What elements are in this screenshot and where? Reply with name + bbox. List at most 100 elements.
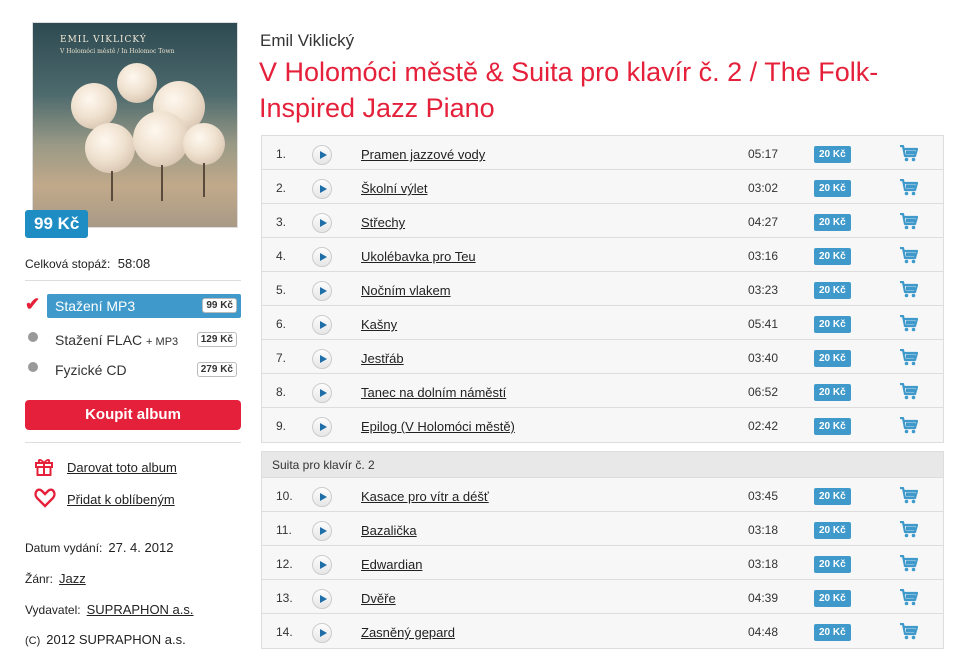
track-number: 9. — [276, 419, 287, 433]
cart-icon[interactable] — [900, 246, 919, 264]
track-title-link[interactable]: Epilog (V Holomóci městě) — [361, 419, 515, 434]
format-label-text: Stažení FLAC — [55, 332, 143, 348]
track-price-button[interactable]: 20 Kč — [814, 488, 851, 505]
cart-icon[interactable] — [900, 486, 919, 504]
track-number: 10. — [276, 489, 293, 503]
track-title-link[interactable]: Dvěře — [361, 591, 396, 606]
format-option-box[interactable]: Stažení FLAC + MP3 129 Kč — [47, 328, 241, 352]
track-price-button[interactable]: 20 Kč — [814, 180, 851, 197]
track-price-button[interactable]: 20 Kč — [814, 418, 851, 435]
add-favorite-action[interactable]: Přidat k oblíbeným — [34, 488, 234, 510]
track-title-link[interactable]: Tanec na dolním náměstí — [361, 385, 506, 400]
gift-album-link[interactable]: Darovat toto album — [67, 460, 177, 475]
play-icon[interactable] — [312, 623, 332, 643]
track-row: 11. Bazalička 03:18 20 Kč — [262, 512, 943, 546]
play-icon[interactable] — [312, 247, 332, 267]
cover-trunk — [161, 165, 163, 201]
cover-tree — [117, 63, 157, 103]
cart-icon[interactable] — [900, 348, 919, 366]
track-number: 4. — [276, 249, 287, 263]
track-duration: 03:45 — [748, 489, 779, 503]
track-title-link[interactable]: Střechy — [361, 215, 405, 230]
track-row: 2. Školní výlet 03:02 20 Kč — [262, 170, 943, 204]
cart-icon[interactable] — [900, 554, 919, 572]
cart-icon[interactable] — [900, 382, 919, 400]
track-row: 3. Střechy 04:27 20 Kč — [262, 204, 943, 238]
buy-album-button[interactable]: Koupit album — [25, 400, 241, 430]
track-title-link[interactable]: Nočním vlakem — [361, 283, 451, 298]
genre-link[interactable]: Jazz — [59, 571, 86, 586]
format-option-mp3[interactable]: ✔ Stažení MP3 99 Kč — [25, 294, 241, 318]
format-option-box[interactable]: Fyzické CD 279 Kč — [47, 358, 241, 382]
play-icon[interactable] — [312, 487, 332, 507]
play-icon[interactable] — [312, 555, 332, 575]
track-row: 6. Kašny 05:41 20 Kč — [262, 306, 943, 340]
play-icon[interactable] — [312, 521, 332, 541]
play-icon[interactable] — [312, 349, 332, 369]
play-icon[interactable] — [312, 145, 332, 165]
play-icon[interactable] — [312, 417, 332, 437]
publisher-link[interactable]: SUPRAPHON a.s. — [87, 602, 194, 617]
track-price-button[interactable]: 20 Kč — [814, 384, 851, 401]
track-title-link[interactable]: Edwardian — [361, 557, 422, 572]
track-duration: 05:41 — [748, 317, 779, 331]
track-title-link[interactable]: Jestřáb — [361, 351, 404, 366]
track-row: 9. Epilog (V Holomóci městě) 02:42 20 Kč — [262, 408, 943, 442]
track-price-button[interactable]: 20 Kč — [814, 556, 851, 573]
format-option-cd[interactable]: Fyzické CD 279 Kč — [25, 358, 241, 382]
cart-icon[interactable] — [900, 314, 919, 332]
cover-subtitle-text: V Holomóci městě / In Holomoc Town — [60, 48, 175, 55]
track-row: 12. Edwardian 03:18 20 Kč — [262, 546, 943, 580]
track-title-link[interactable]: Ukolébavka pro Teu — [361, 249, 476, 264]
track-price-button[interactable]: 20 Kč — [814, 624, 851, 641]
track-price-button[interactable]: 20 Kč — [814, 316, 851, 333]
track-price-button[interactable]: 20 Kč — [814, 350, 851, 367]
track-title-link[interactable]: Školní výlet — [361, 181, 427, 196]
track-duration: 03:02 — [748, 181, 779, 195]
album-cover[interactable]: EMIL VIKLICKÝ V Holomóci městě / In Holo… — [32, 22, 238, 228]
cart-icon[interactable] — [900, 416, 919, 434]
cart-icon[interactable] — [900, 144, 919, 162]
play-icon[interactable] — [312, 213, 332, 233]
play-icon[interactable] — [312, 179, 332, 199]
track-row: 10. Kasace pro vítr a déšť 03:45 20 Kč — [262, 478, 943, 512]
play-icon[interactable] — [312, 315, 332, 335]
copyright-symbol: (C) — [25, 635, 41, 647]
add-favorite-link[interactable]: Přidat k oblíbeným — [67, 492, 175, 507]
track-title-link[interactable]: Kasace pro vítr a déšť — [361, 489, 489, 504]
cart-icon[interactable] — [900, 212, 919, 230]
section-header: Suita pro klavír č. 2 — [262, 452, 943, 478]
play-icon[interactable] — [312, 281, 332, 301]
duration-label: Celková stopáž: — [25, 257, 111, 271]
play-icon[interactable] — [312, 383, 332, 403]
cart-icon[interactable] — [900, 622, 919, 640]
tracklist-part-2: Suita pro klavír č. 2 10. Kasace pro vít… — [261, 451, 944, 649]
genre-label: Žánr: — [25, 572, 54, 586]
check-icon: ✔ — [25, 294, 41, 314]
cart-icon[interactable] — [900, 178, 919, 196]
track-price-button[interactable]: 20 Kč — [814, 214, 851, 231]
track-price-button[interactable]: 20 Kč — [814, 248, 851, 265]
release-date-label: Datum vydání: — [25, 541, 103, 555]
format-option-box[interactable]: Stažení MP3 99 Kč — [47, 294, 241, 318]
divider — [25, 280, 241, 281]
track-price-button[interactable]: 20 Kč — [814, 522, 851, 539]
cart-icon[interactable] — [900, 280, 919, 298]
track-title-link[interactable]: Pramen jazzové vody — [361, 147, 485, 162]
cart-icon[interactable] — [900, 588, 919, 606]
track-price-button[interactable]: 20 Kč — [814, 146, 851, 163]
genre: Žánr: Jazz — [25, 571, 86, 586]
track-title-link[interactable]: Zasněný gepard — [361, 625, 455, 640]
track-title-link[interactable]: Kašny — [361, 317, 397, 332]
play-icon[interactable] — [312, 589, 332, 609]
track-number: 5. — [276, 283, 287, 297]
cart-icon[interactable] — [900, 520, 919, 538]
gift-album-action[interactable]: Darovat toto album — [34, 456, 234, 478]
publisher: Vydavatel: SUPRAPHON a.s. — [25, 602, 194, 617]
format-option-flac[interactable]: Stažení FLAC + MP3 129 Kč — [25, 328, 241, 352]
track-title-link[interactable]: Bazalička — [361, 523, 417, 538]
track-price-button[interactable]: 20 Kč — [814, 282, 851, 299]
format-label: Stažení MP3 — [55, 298, 136, 314]
artist-name[interactable]: Emil Viklický — [260, 31, 354, 51]
track-price-button[interactable]: 20 Kč — [814, 590, 851, 607]
